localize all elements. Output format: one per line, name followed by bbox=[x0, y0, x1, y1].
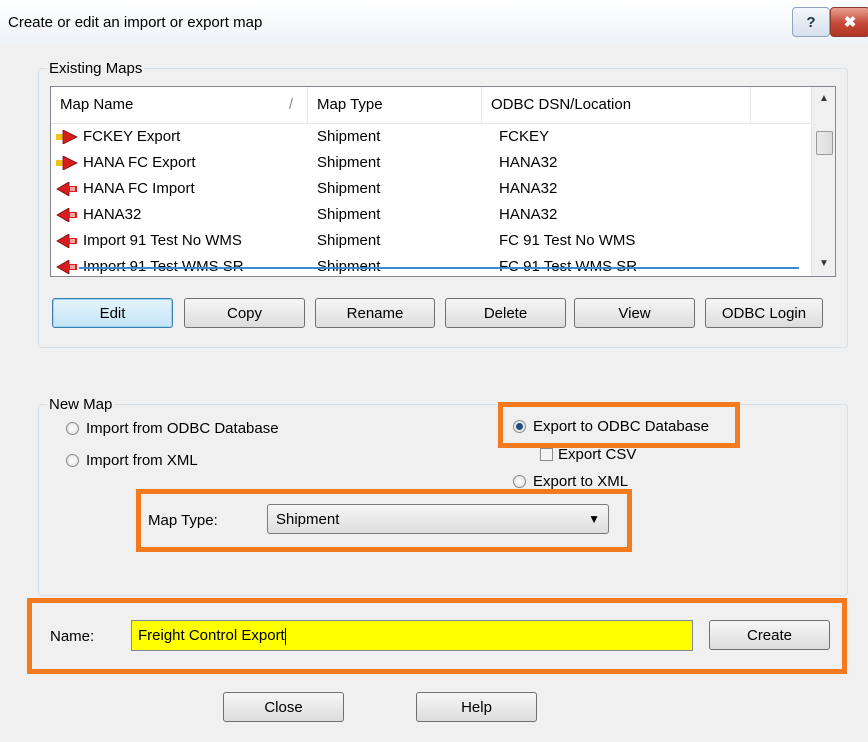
import-xml-radio[interactable]: Import from XML bbox=[66, 452, 198, 469]
map-name-cell: HANA32 bbox=[83, 206, 142, 223]
radio-indicator bbox=[513, 475, 526, 488]
map-name-cell: FCKEY Export bbox=[83, 128, 181, 145]
column-label: ODBC DSN/Location bbox=[491, 96, 632, 113]
radio-label: Export to XML bbox=[533, 473, 629, 490]
maps-listview[interactable]: Map Name / Map Type ODBC DSN/Location FC… bbox=[50, 86, 836, 277]
odbc-dsn-cell: HANA32 bbox=[499, 180, 558, 197]
export-arrow-icon bbox=[56, 156, 78, 170]
column-header-map-name[interactable]: Map Name / bbox=[51, 87, 308, 123]
window-title: Create or edit an import or export map bbox=[8, 14, 263, 31]
highlight-export-odbc bbox=[498, 402, 740, 448]
radio-label: Import from XML bbox=[86, 452, 198, 469]
map-name-cell: HANA FC Import bbox=[83, 180, 195, 197]
table-row[interactable]: Import 91 Test No WMS Shipment FC 91 Test … bbox=[51, 228, 811, 254]
view-button[interactable]: View bbox=[574, 298, 695, 328]
edit-button[interactable]: Edit bbox=[52, 298, 173, 328]
title-help-button[interactable]: ? bbox=[792, 7, 830, 37]
map-type-cell: Shipment bbox=[317, 128, 381, 145]
table-row[interactable]: FCKEY Export Shipment FCKEY bbox=[51, 124, 811, 150]
import-odbc-radio[interactable]: Import from ODBC Database bbox=[66, 420, 279, 437]
import-arrow-icon bbox=[56, 182, 77, 196]
window-close-button[interactable]: ✖ bbox=[830, 7, 868, 37]
table-row[interactable]: HANA FC Export Shipment HANA32 bbox=[51, 150, 811, 176]
checkbox-label: Export CSV bbox=[558, 446, 637, 463]
odbc-dsn-cell: HANA32 bbox=[499, 206, 558, 223]
scrollbar-thumb[interactable] bbox=[816, 131, 833, 155]
export-arrow-icon bbox=[56, 130, 78, 144]
column-label: Map Name bbox=[60, 96, 134, 113]
odbc-dsn-cell: FC 91 Test No WMS bbox=[499, 232, 636, 249]
odbc-dsn-cell: FCKEY bbox=[499, 128, 550, 145]
highlight-name-row bbox=[27, 598, 847, 674]
odbc-login-button[interactable]: ODBC Login bbox=[705, 298, 823, 328]
map-type-cell: Shipment bbox=[317, 154, 381, 171]
import-arrow-icon bbox=[56, 208, 77, 222]
export-csv-checkbox[interactable]: Export CSV bbox=[540, 446, 636, 463]
checkbox-indicator bbox=[540, 448, 553, 461]
table-row[interactable]: Import 91 Test WMS SR Shipment FC 91 Test … bbox=[51, 254, 811, 276]
odbc-dsn-cell: FC 91 Test WMS SR bbox=[499, 254, 637, 276]
close-button[interactable]: Close bbox=[223, 692, 344, 722]
map-name-cell: Import 91 Test No WMS bbox=[83, 232, 242, 249]
vertical-scrollbar[interactable]: ▲ ▼ bbox=[811, 87, 835, 276]
focus-underline bbox=[79, 267, 799, 269]
scroll-down-arrow-icon[interactable]: ▼ bbox=[812, 252, 835, 276]
title-bar: Create or edit an import or export map ?… bbox=[0, 0, 868, 44]
odbc-dsn-cell: HANA32 bbox=[499, 154, 558, 171]
map-type-cell: Shipment bbox=[317, 180, 381, 197]
column-header-odbc-dsn[interactable]: ODBC DSN/Location bbox=[482, 87, 751, 123]
radio-indicator bbox=[66, 422, 79, 435]
column-header-map-type[interactable]: Map Type bbox=[308, 87, 482, 123]
map-name-cell: Import 91 Test WMS SR bbox=[83, 254, 244, 276]
column-label: Map Type bbox=[317, 96, 383, 113]
new-map-legend: New Map bbox=[49, 396, 113, 413]
copy-button[interactable]: Copy bbox=[184, 298, 305, 328]
help-button[interactable]: Help bbox=[416, 692, 537, 722]
listview-header: Map Name / Map Type ODBC DSN/Location bbox=[51, 87, 811, 124]
delete-button[interactable]: Delete bbox=[445, 298, 566, 328]
map-type-cell: Shipment bbox=[317, 254, 380, 276]
map-name-cell: HANA FC Export bbox=[83, 154, 196, 171]
table-row[interactable]: HANA FC Import Shipment HANA32 bbox=[51, 176, 811, 202]
radio-indicator bbox=[66, 454, 79, 467]
import-arrow-icon bbox=[56, 234, 77, 248]
import-arrow-icon bbox=[56, 260, 77, 274]
radio-label: Import from ODBC Database bbox=[86, 420, 279, 437]
existing-maps-legend: Existing Maps bbox=[49, 60, 143, 77]
map-type-cell: Shipment bbox=[317, 206, 381, 223]
sort-indicator-icon: / bbox=[288, 96, 293, 113]
table-row[interactable]: HANA32 Shipment HANA32 bbox=[51, 202, 811, 228]
scroll-up-arrow-icon[interactable]: ▲ bbox=[812, 87, 835, 111]
highlight-map-type bbox=[136, 489, 632, 552]
export-xml-radio[interactable]: Export to XML bbox=[513, 473, 628, 490]
rename-button[interactable]: Rename bbox=[315, 298, 435, 328]
map-type-cell: Shipment bbox=[317, 232, 381, 249]
